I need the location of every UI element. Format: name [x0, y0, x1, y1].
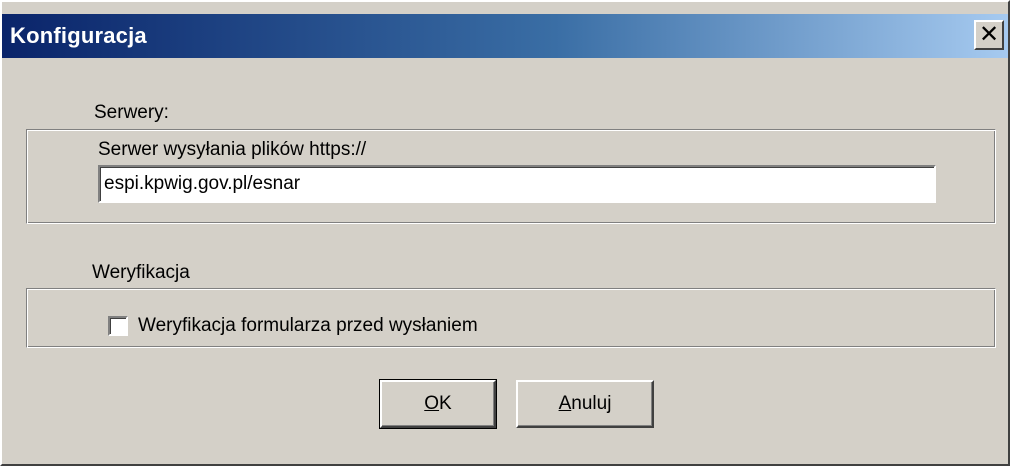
cancel-button-label: Anuluj	[558, 393, 612, 414]
servers-group-label: Serwery:	[94, 102, 169, 123]
configuration-dialog: Konfiguracja ✕ Serwery: Serwer wysyłania…	[0, 0, 1010, 466]
upload-server-label: Serwer wysyłania plików https://	[98, 139, 367, 160]
verification-group-label: Weryfikacja	[92, 262, 190, 283]
verify-form-checkbox[interactable]	[108, 316, 128, 336]
upload-server-input[interactable]	[98, 165, 936, 203]
dialog-title: Konfiguracja	[10, 23, 147, 48]
close-x-icon: ✕	[978, 20, 1000, 48]
cancel-button[interactable]: Anuluj	[516, 380, 654, 428]
ok-button-label: OK	[424, 393, 452, 414]
title-bar[interactable]: Konfiguracja ✕	[2, 14, 1008, 58]
verify-form-checkbox-label[interactable]: Weryfikacja formularza przed wysłaniem	[138, 315, 478, 337]
ok-button[interactable]: OK	[379, 379, 497, 429]
close-button[interactable]: ✕	[974, 20, 1004, 50]
